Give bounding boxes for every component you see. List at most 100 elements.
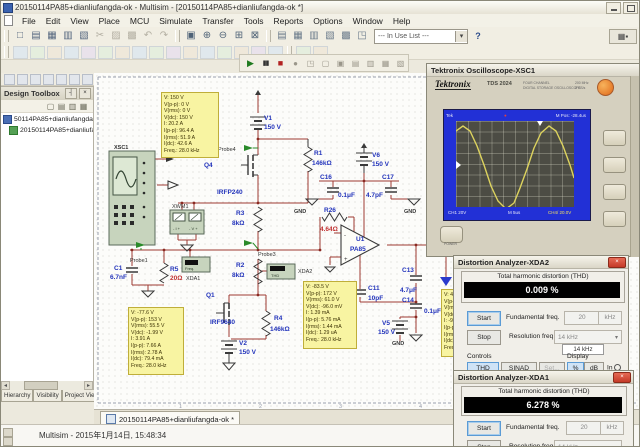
- scope-power-button[interactable]: [440, 226, 463, 243]
- component-icon[interactable]: [149, 46, 164, 59]
- open-schematic-icon[interactable]: ▤: [56, 101, 67, 112]
- start-button[interactable]: Start: [467, 311, 501, 326]
- tab-hierarchy[interactable]: Hierarchy: [1, 390, 33, 402]
- chevron-down-icon[interactable]: ▾: [612, 444, 621, 447]
- menu-file[interactable]: File: [17, 16, 41, 26]
- xda2-title-bar[interactable]: Distortion Analyzer-XDA2 ×: [454, 256, 628, 269]
- menu-transfer[interactable]: Transfer: [197, 16, 238, 26]
- component-c11[interactable]: C11 10pF: [354, 285, 383, 302]
- zoom-fit-icon[interactable]: ⊠: [248, 29, 262, 43]
- virtual-component-icon[interactable]: [4, 74, 15, 85]
- component-v5[interactable]: V5 150 V: [378, 320, 408, 336]
- menu-tools[interactable]: Tools: [239, 16, 269, 26]
- oscilloscope-title-bar[interactable]: Tektronix Oscilloscope-XSC1: [427, 64, 640, 77]
- virtual-component-icon[interactable]: [30, 74, 41, 85]
- design-toolbox-hscrollbar[interactable]: ◂ ▸: [1, 381, 93, 390]
- instrument-xwm1[interactable]: XWM1 - I + - V +: [170, 204, 204, 234]
- scope-menu-button[interactable]: [603, 157, 626, 173]
- menu-edit[interactable]: Edit: [41, 16, 66, 26]
- instrument-xda2-icon[interactable]: THD XDA2: [267, 264, 312, 279]
- fundamental-freq-input[interactable]: 20: [566, 421, 602, 435]
- restore-button[interactable]: [623, 2, 638, 14]
- component-c1[interactable]: C1 6.7nF: [110, 265, 138, 281]
- component-icon[interactable]: [64, 46, 79, 59]
- open-file-icon[interactable]: ▤: [29, 29, 43, 43]
- close-icon[interactable]: ×: [608, 257, 626, 268]
- component-icon[interactable]: [13, 46, 28, 59]
- probe4[interactable]: Probe4: [218, 145, 258, 153]
- full-screen-icon[interactable]: ▣: [184, 29, 198, 43]
- cut-icon[interactable]: ✂: [93, 29, 107, 43]
- step-into-icon[interactable]: ▢: [319, 57, 332, 70]
- grapher-icon[interactable]: ▩: [339, 29, 353, 43]
- help-button[interactable]: ?: [472, 30, 484, 42]
- menu-simulate[interactable]: Simulate: [154, 16, 197, 26]
- minimize-button[interactable]: [606, 2, 621, 14]
- fundamental-freq-unit[interactable]: kHz: [598, 311, 622, 325]
- close-schematic-icon[interactable]: ▦: [78, 101, 89, 112]
- close-icon[interactable]: ×: [613, 372, 631, 383]
- in-use-list-combo[interactable]: --- In Use List --- ▾: [374, 29, 468, 44]
- menu-view[interactable]: View: [65, 16, 93, 26]
- run-icon[interactable]: ▶: [244, 57, 257, 70]
- step-over-icon[interactable]: ◳: [304, 57, 317, 70]
- copy-icon[interactable]: ▨: [109, 29, 123, 43]
- print-icon[interactable]: ▥: [61, 29, 75, 43]
- scope-menu-button[interactable]: [603, 130, 626, 146]
- xda1-title-bar[interactable]: Distortion Analyzer-XDA1 ×: [454, 371, 633, 384]
- component-icon[interactable]: [183, 46, 198, 59]
- scope-menu-button[interactable]: [603, 211, 626, 227]
- component-icon[interactable]: [217, 46, 232, 59]
- print-preview-icon[interactable]: ▧: [77, 29, 91, 43]
- component-icon[interactable]: [115, 46, 130, 59]
- remove-breakpoint-icon[interactable]: ▦: [379, 57, 392, 70]
- instrument-xda1-icon[interactable]: Freq. XDA1: [182, 257, 210, 282]
- step-out-icon[interactable]: ▣: [334, 57, 347, 70]
- component-q4[interactable]: Q4 IRFP240: [204, 155, 258, 196]
- spreadsheet-icon[interactable]: ▦: [291, 29, 305, 43]
- scope-menu-button[interactable]: [603, 184, 626, 200]
- resolution-freq-select[interactable]: 14 kHz ▾: [554, 330, 622, 344]
- tab-visibility[interactable]: Visibility: [33, 390, 61, 402]
- design-toolbox-icon[interactable]: ▤: [275, 29, 289, 43]
- instrument-xsc1[interactable]: XSC1: [109, 145, 155, 245]
- pin-panel-button[interactable]: ┤: [65, 88, 77, 99]
- combo-arrow-icon[interactable]: ▾: [455, 31, 467, 42]
- run-to-cursor-icon[interactable]: ▤: [349, 57, 362, 70]
- component-icon[interactable]: [98, 46, 113, 59]
- virtual-component-icon[interactable]: [43, 74, 54, 85]
- paste-icon[interactable]: ▩: [125, 29, 139, 43]
- tree-item-project[interactable]: 50114PA85+dianliufangda-ok: [1, 114, 93, 125]
- save-schematic-icon[interactable]: ▥: [67, 101, 78, 112]
- start-button[interactable]: Start: [467, 421, 501, 436]
- power-led-button[interactable]: [597, 79, 614, 96]
- virtual-component-icon[interactable]: [56, 74, 67, 85]
- menu-reports[interactable]: Reports: [269, 16, 309, 26]
- menu-window[interactable]: Window: [348, 16, 388, 26]
- new-file-icon[interactable]: □: [13, 29, 27, 43]
- component-v2[interactable]: V2 150 V: [221, 340, 257, 370]
- component-icon[interactable]: [132, 46, 147, 59]
- resolution-freq-select[interactable]: 14 kHz ▾: [554, 440, 622, 447]
- component-c17[interactable]: C17 4.7pF GND: [366, 174, 420, 215]
- breakpoint-icon[interactable]: ▥: [364, 57, 377, 70]
- component-r5[interactable]: R5 20Ω: [160, 263, 182, 283]
- component-c14[interactable]: C14 0.1μF: [402, 297, 441, 315]
- menu-options[interactable]: Options: [308, 16, 347, 26]
- pause-icon[interactable]: ▮▮: [259, 57, 272, 70]
- stop-icon[interactable]: ■: [274, 57, 287, 70]
- virtual-component-icon[interactable]: [17, 74, 28, 85]
- probe3[interactable]: Probe3: [244, 240, 276, 258]
- close-panel-button[interactable]: ×: [79, 88, 91, 99]
- component-icon[interactable]: [166, 46, 181, 59]
- component-c13[interactable]: C13 4.7μF: [400, 267, 422, 294]
- zoom-in-icon[interactable]: ⊕: [200, 29, 214, 43]
- component-icon[interactable]: [200, 46, 215, 59]
- component-r1[interactable]: R1 146kΩ: [304, 139, 332, 172]
- component-r4[interactable]: R4 146kΩ: [262, 311, 290, 336]
- design-toolbox-header[interactable]: Design Toolbox ┤ ×: [1, 87, 93, 100]
- component-v1[interactable]: V1 150 V: [250, 90, 282, 131]
- redo-icon[interactable]: ↷: [157, 29, 171, 43]
- menu-mcu[interactable]: MCU: [125, 16, 154, 26]
- database-icon[interactable]: ▥: [307, 29, 321, 43]
